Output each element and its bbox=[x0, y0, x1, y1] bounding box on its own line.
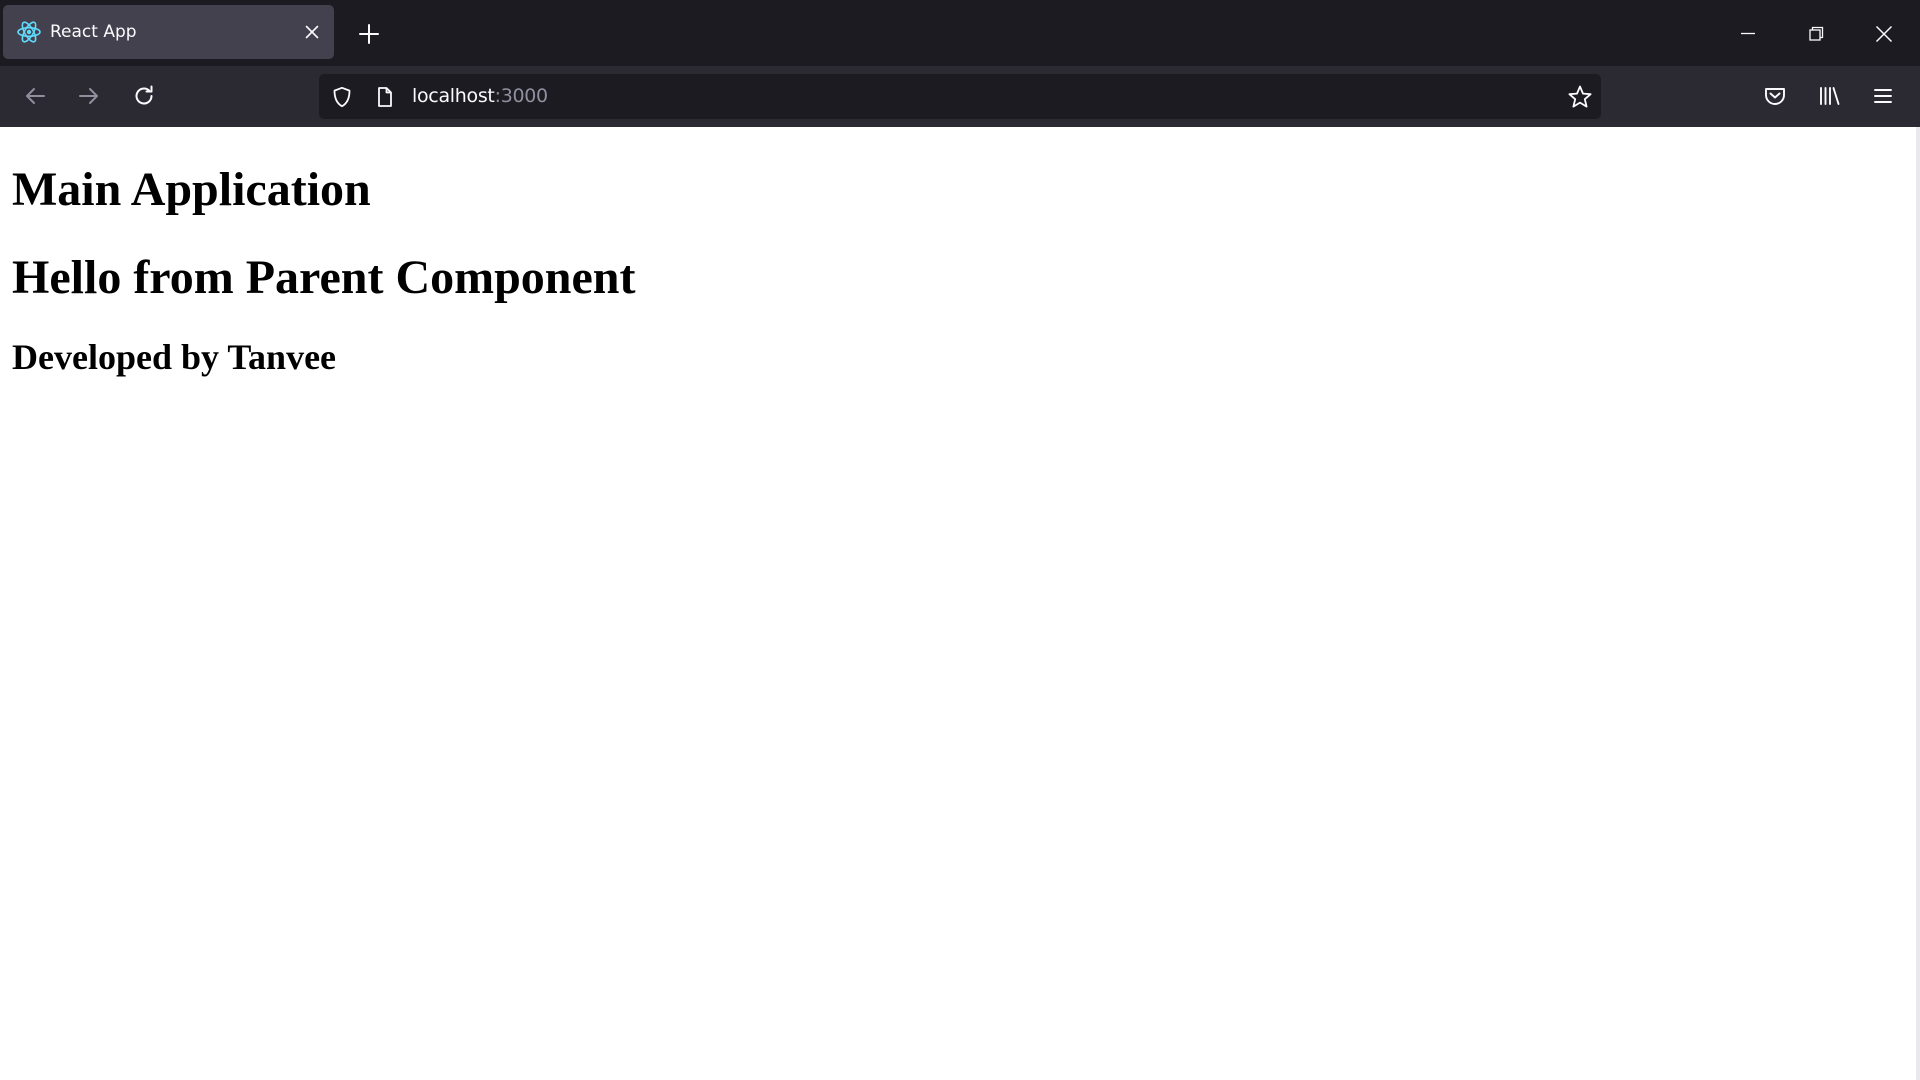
star-icon[interactable] bbox=[1567, 84, 1593, 110]
pocket-icon[interactable] bbox=[1759, 80, 1791, 112]
tab-title: React App bbox=[50, 22, 137, 42]
reload-icon[interactable] bbox=[128, 80, 160, 112]
react-logo-icon bbox=[15, 20, 43, 44]
url-host: localhost bbox=[412, 85, 495, 107]
url-bar[interactable]: localhost:3000 bbox=[319, 74, 1601, 119]
shield-icon[interactable] bbox=[330, 85, 354, 109]
browser-titlebar: React App bbox=[0, 0, 1920, 66]
parent-component-heading: Hello from Parent Component bbox=[12, 251, 636, 304]
restore-icon[interactable] bbox=[1800, 18, 1832, 50]
url-port: :3000 bbox=[494, 85, 549, 107]
page-icon[interactable] bbox=[373, 85, 397, 109]
close-icon[interactable] bbox=[300, 20, 324, 44]
hamburger-menu-icon[interactable] bbox=[1867, 80, 1899, 112]
plus-icon[interactable] bbox=[354, 19, 384, 49]
developer-heading: Developed by Tanvee bbox=[12, 337, 337, 377]
arrow-left-icon[interactable] bbox=[19, 80, 51, 112]
tab-react-app[interactable]: React App bbox=[3, 5, 334, 59]
arrow-right-icon[interactable] bbox=[73, 80, 105, 112]
main-heading: Main Application bbox=[12, 163, 371, 216]
browser-toolbar: localhost:3000 bbox=[0, 66, 1920, 127]
close-icon[interactable] bbox=[1868, 18, 1900, 50]
url-text[interactable]: localhost:3000 bbox=[412, 74, 548, 119]
minimize-icon[interactable] bbox=[1732, 18, 1764, 50]
library-icon[interactable] bbox=[1813, 80, 1845, 112]
scrollbar[interactable] bbox=[1916, 127, 1920, 1080]
page-viewport: Main Application Hello from Parent Compo… bbox=[0, 127, 1916, 1080]
